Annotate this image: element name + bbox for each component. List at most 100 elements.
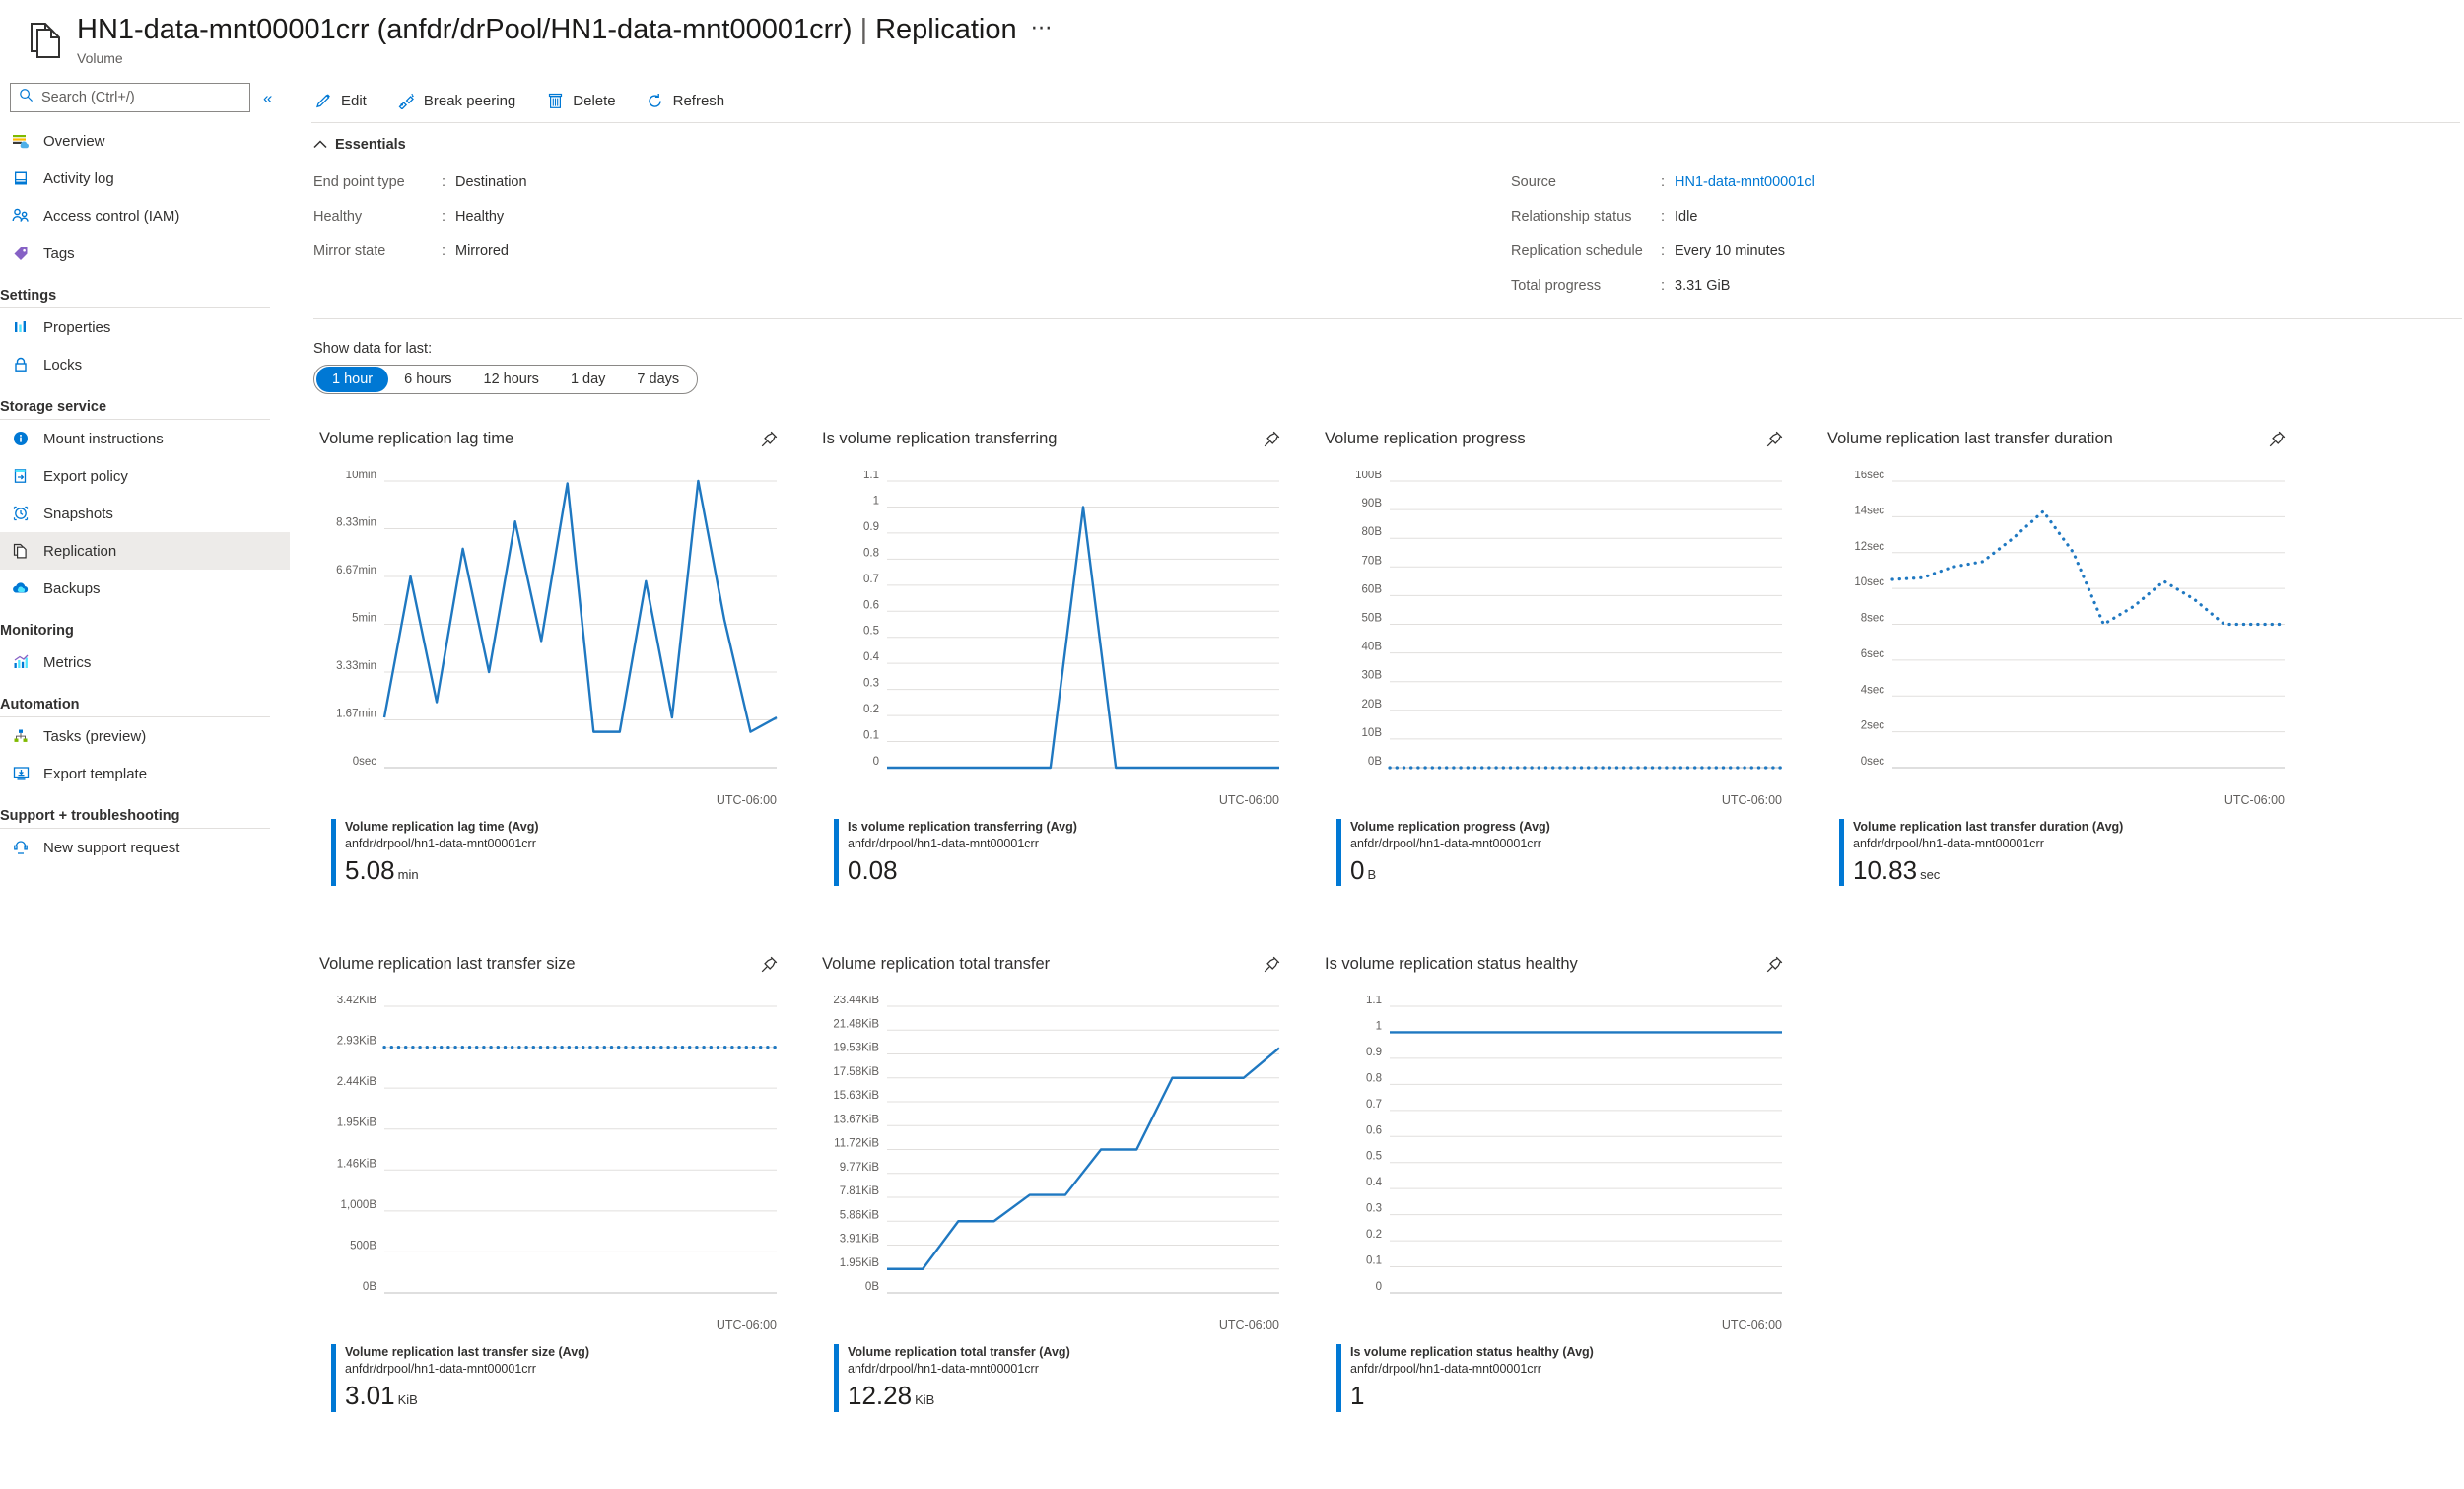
chart-y-tick-label: 8sec	[1861, 613, 1885, 625]
sidebar-item-mount-instructions[interactable]: Mount instructions	[0, 420, 290, 457]
chart-legend[interactable]: Volume replication last transfer size (A…	[331, 1344, 792, 1412]
legend-metric-name: Is volume replication status healthy (Av…	[1350, 1345, 1594, 1360]
chevron-up-icon	[313, 137, 327, 153]
pin-icon[interactable]	[1262, 955, 1281, 980]
chart-y-tick-label: 0.1	[1366, 1255, 1382, 1267]
essentials-value: Mirrored	[455, 242, 509, 259]
chart-y-tick-label: 0.2	[863, 704, 879, 715]
pin-icon[interactable]	[1764, 430, 1784, 454]
sidebar-item-access-control[interactable]: Access control (IAM)	[0, 197, 290, 235]
chart-y-tick-label: 3.33min	[336, 660, 376, 672]
sidebar-item-overview[interactable]: Overview	[0, 122, 290, 160]
sidebar-item-properties[interactable]: Properties	[0, 308, 290, 346]
chart-card: Volume replication lag time 10min 8.33min 6…	[313, 418, 816, 887]
chart-plot-area[interactable]: 100B 90B 80B 70B 60B 50B 40B 30B 20B 10B 0B	[1325, 471, 1788, 791]
tasks-icon	[10, 725, 32, 747]
break-peering-button[interactable]: Break peering	[394, 87, 517, 114]
source-volume-link[interactable]: HN1-data-mnt00001cl	[1675, 174, 1814, 190]
essentials-toggle[interactable]: Essentials	[313, 137, 2464, 153]
chart-plot-area[interactable]: 1.1 1 0.9 0.8 0.7 0.6 0.5 0.4 0.3 0.2 0.1 0	[822, 471, 1285, 791]
chart-y-tick-label: 9.77KiB	[840, 1162, 880, 1174]
chart-y-tick-label: 0.3	[863, 678, 879, 690]
chart-legend[interactable]: Volume replication total transfer (Avg) a…	[834, 1344, 1295, 1412]
chart-plot-area[interactable]: 23.44KiB 21.48KiB 19.53KiB 17.58KiB 15.63KiB…	[822, 996, 1285, 1317]
edit-button[interactable]: Edit	[311, 87, 369, 114]
time-range-option-7-days[interactable]: 7 days	[621, 367, 695, 392]
pin-icon[interactable]	[759, 430, 779, 454]
legend-resource-path: anfdr/drpool/hn1-data-mnt00001crr	[1853, 836, 2044, 850]
chart-legend[interactable]: Is volume replication status healthy (Av…	[1336, 1344, 1798, 1412]
time-range-selector: Show data for last: 1 hour 6 hours 12 hour…	[308, 319, 2464, 394]
colon: :	[1661, 173, 1666, 190]
legend-unit: sec	[1920, 866, 1941, 882]
colon: :	[442, 208, 446, 225]
chart-y-tick-label: 50B	[1362, 613, 1383, 625]
chart-y-tick-label: 11.72KiB	[834, 1138, 879, 1150]
chart-plot-area[interactable]: 3.42KiB 2.93KiB 2.44KiB 1.95KiB 1.46KiB 1,000…	[319, 996, 783, 1317]
sidebar: « Overview	[0, 79, 290, 1478]
chart-plot-area[interactable]: 1.1 1 0.9 0.8 0.7 0.6 0.5 0.4 0.3 0.2 0.1 0	[1325, 996, 1788, 1317]
sidebar-item-locks[interactable]: Locks	[0, 346, 290, 383]
pin-icon[interactable]	[1764, 955, 1784, 980]
sidebar-item-export-policy[interactable]: Export policy	[0, 457, 290, 495]
chart-legend[interactable]: Volume replication progress (Avg) anfdr/d…	[1336, 819, 1798, 887]
time-range-option-1-hour[interactable]: 1 hour	[316, 367, 389, 392]
chart-legend[interactable]: Volume replication last transfer duratio…	[1839, 819, 2300, 887]
time-range-option-6-hours[interactable]: 6 hours	[388, 367, 467, 392]
legend-metric-name: Volume replication total transfer (Avg)	[848, 1345, 1070, 1360]
pin-icon[interactable]	[1262, 430, 1281, 454]
time-range-option-1-day[interactable]: 1 day	[555, 367, 621, 392]
sidebar-item-new-support-request[interactable]: New support request	[0, 829, 290, 866]
chart-y-tick-label: 14sec	[1854, 505, 1884, 516]
chart-y-tick-label: 60B	[1362, 583, 1383, 595]
colon: :	[1661, 242, 1666, 259]
pin-icon[interactable]	[759, 955, 779, 980]
sidebar-group-label: Automation	[0, 697, 80, 712]
chart-y-tick-label: 1	[873, 495, 879, 507]
chart-y-tick-label: 3.91KiB	[840, 1234, 880, 1246]
chart-plot-area[interactable]: 16sec 14sec 12sec 10sec 8sec 6sec 4sec 2sec 0sec	[1827, 471, 2291, 791]
colon: :	[1661, 277, 1666, 294]
chart-y-tick-label: 6sec	[1861, 648, 1885, 660]
command-bar: Edit Break peering Delete Refresh	[308, 79, 2464, 122]
double-chevron-left-icon[interactable]: «	[263, 90, 272, 106]
sidebar-item-tags[interactable]: Tags	[0, 235, 290, 272]
sidebar-item-backups[interactable]: Backups	[0, 570, 290, 607]
time-range-option-12-hours[interactable]: 12 hours	[468, 367, 555, 392]
chart-y-tick-label: 2.44KiB	[337, 1076, 377, 1088]
sidebar-group-label: Monitoring	[0, 623, 74, 639]
chart-legend[interactable]: Is volume replication transferring (Avg)…	[834, 819, 1295, 887]
chart-y-tick-label: 19.53KiB	[833, 1043, 879, 1054]
sidebar-item-metrics[interactable]: Metrics	[0, 643, 290, 681]
search-input[interactable]	[39, 89, 227, 106]
sidebar-search-row: «	[0, 83, 290, 112]
refresh-button[interactable]: Refresh	[644, 87, 727, 114]
chart-plot-area[interactable]: 10min 8.33min 6.67min 5min 3.33min 1.67min 0se…	[319, 471, 783, 791]
sidebar-item-tasks[interactable]: Tasks (preview)	[0, 717, 290, 755]
colon: :	[1661, 208, 1666, 225]
search-box[interactable]	[10, 83, 250, 112]
more-options-button[interactable]: ⋯	[1031, 15, 1055, 40]
export-policy-icon	[10, 465, 32, 487]
essentials-row: End point type : Destination	[313, 165, 1511, 199]
chart-title: Is volume replication transferring	[822, 430, 1058, 447]
sidebar-group-label: Settings	[0, 288, 57, 304]
delete-button[interactable]: Delete	[543, 87, 617, 114]
sidebar-item-snapshots[interactable]: Snapshots	[0, 495, 290, 532]
break-peering-icon	[396, 91, 416, 110]
pin-icon[interactable]	[2267, 430, 2287, 454]
chart-card: Volume replication last transfer size 3.4…	[313, 943, 816, 1412]
chart-y-tick-label: 3.42KiB	[337, 996, 377, 1006]
sidebar-item-activity-log[interactable]: Activity log	[0, 160, 290, 197]
access-control-icon	[10, 205, 32, 227]
sidebar-item-replication[interactable]: Replication	[0, 532, 290, 570]
chart-timezone-label: UTC-06:00	[1218, 793, 1279, 807]
essentials-row: Total progress : 3.31 GiB	[1511, 268, 1814, 303]
sidebar-item-label: Locks	[43, 356, 83, 373]
chart-grid-row-2: Volume replication last transfer size 3.4…	[308, 919, 2464, 1412]
search-icon	[19, 88, 34, 107]
chart-legend[interactable]: Volume replication lag time (Avg) anfdr/d…	[331, 819, 792, 887]
legend-color-swatch	[834, 819, 839, 887]
sidebar-item-export-template[interactable]: Export template	[0, 755, 290, 792]
chart-y-tick-label: 0.8	[1366, 1073, 1382, 1085]
